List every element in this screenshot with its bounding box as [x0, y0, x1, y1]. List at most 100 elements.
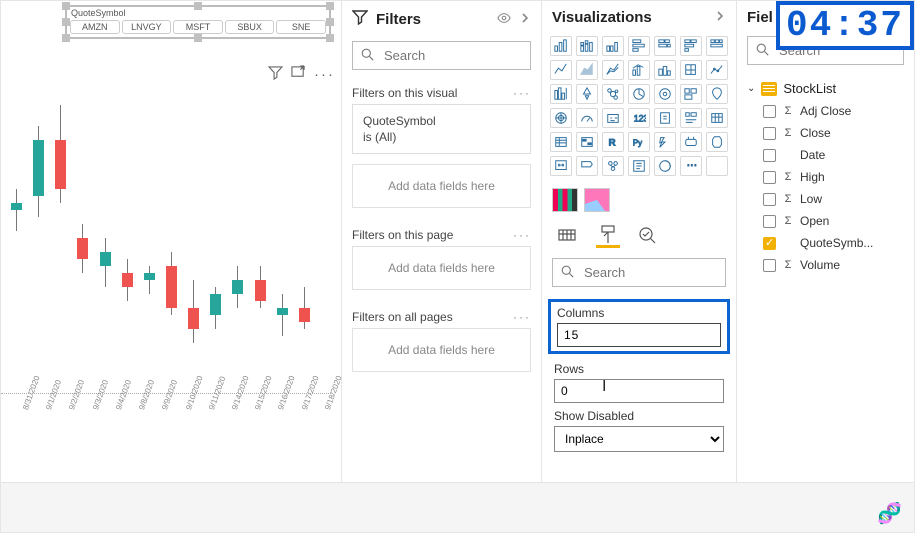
viz-type-icon[interactable]	[576, 36, 598, 56]
viz-type-icon[interactable]	[576, 60, 598, 80]
viz-type-icon[interactable]	[680, 108, 702, 128]
candle[interactable]	[210, 91, 221, 371]
viz-type-icon[interactable]	[576, 132, 598, 152]
candle[interactable]	[33, 91, 44, 371]
slicer-visual[interactable]: QuoteSymbol AMZNLNVGYMSFTSBUXSNE	[65, 5, 331, 39]
filters-search-input[interactable]	[382, 47, 562, 64]
viz-type-icon[interactable]	[628, 60, 650, 80]
tab-analytics[interactable]	[636, 224, 660, 248]
checkbox[interactable]	[763, 127, 776, 140]
viz-type-icon[interactable]: R	[602, 132, 624, 152]
viz-type-icon[interactable]	[576, 108, 598, 128]
viz-type-icon[interactable]: 123	[628, 108, 650, 128]
viz-type-icon[interactable]	[706, 108, 728, 128]
candlestick-chart[interactable]	[0, 91, 331, 391]
filters-search[interactable]	[352, 41, 531, 70]
page-filters-dropzone[interactable]: Add data fields here	[352, 246, 531, 290]
candle[interactable]	[166, 91, 177, 371]
format-search-input[interactable]	[582, 264, 762, 281]
field-row[interactable]: ΣClose	[737, 122, 914, 144]
viz-type-icon[interactable]	[550, 36, 572, 56]
viz-type-icon[interactable]	[680, 36, 702, 56]
checkbox[interactable]	[763, 215, 776, 228]
tab-fields[interactable]	[556, 224, 580, 248]
candle[interactable]	[77, 91, 88, 371]
candle[interactable]	[11, 91, 22, 371]
field-row[interactable]: ΣLow	[737, 188, 914, 210]
viz-type-icon[interactable]	[550, 60, 572, 80]
viz-type-icon[interactable]	[654, 60, 676, 80]
checkbox[interactable]	[763, 171, 776, 184]
tab-format[interactable]	[596, 224, 620, 248]
columns-input[interactable]	[557, 323, 721, 347]
checkbox[interactable]	[763, 149, 776, 162]
viz-type-icon[interactable]	[654, 84, 676, 104]
checkbox[interactable]	[763, 105, 776, 118]
table-header-row[interactable]: ⌄ StockList	[737, 73, 914, 100]
field-row[interactable]: Date	[737, 144, 914, 166]
custom-viz-thumb[interactable]	[584, 188, 610, 212]
candle[interactable]	[100, 91, 111, 371]
report-canvas[interactable]: QuoteSymbol AMZNLNVGYMSFTSBUXSNE ··· 8/3…	[1, 1, 341, 532]
viz-type-icon[interactable]	[602, 156, 624, 176]
viz-type-icon[interactable]	[628, 36, 650, 56]
focus-mode-icon[interactable]	[291, 65, 306, 84]
viz-type-icon[interactable]: Py	[628, 132, 650, 152]
viz-type-icon[interactable]: ⋯	[680, 156, 702, 176]
viz-type-icon[interactable]	[680, 84, 702, 104]
viz-type-icon[interactable]	[680, 132, 702, 152]
viz-type-icon[interactable]	[654, 132, 676, 152]
slicer-chip[interactable]: SBUX	[225, 20, 275, 34]
format-search[interactable]	[552, 258, 726, 287]
field-row[interactable]: ΣVolume	[737, 254, 914, 276]
viz-type-icon[interactable]	[654, 108, 676, 128]
viz-type-icon[interactable]	[628, 84, 650, 104]
filter-icon[interactable]	[268, 65, 283, 84]
field-row[interactable]: QuoteSymb...	[737, 232, 914, 254]
viz-type-icon[interactable]	[706, 132, 728, 152]
viz-type-icon[interactable]	[576, 156, 598, 176]
candle[interactable]	[122, 91, 133, 371]
collapse-pane-icon[interactable]	[519, 12, 531, 27]
candle[interactable]	[299, 91, 310, 371]
slicer-chip[interactable]: AMZN	[70, 20, 120, 34]
viz-type-icon[interactable]	[680, 60, 702, 80]
visual-filters-dropzone[interactable]: Add data fields here	[352, 164, 531, 208]
viz-type-icon[interactable]	[550, 108, 572, 128]
viz-type-icon[interactable]	[706, 36, 728, 56]
candle[interactable]	[55, 91, 66, 371]
checkbox[interactable]	[763, 259, 776, 272]
candle[interactable]	[232, 91, 243, 371]
viz-type-icon[interactable]	[654, 36, 676, 56]
viz-type-icon[interactable]	[706, 60, 728, 80]
viz-type-icon[interactable]	[654, 156, 676, 176]
rows-input[interactable]	[554, 379, 724, 403]
field-row[interactable]: ΣOpen	[737, 210, 914, 232]
viz-type-icon[interactable]	[628, 156, 650, 176]
candle[interactable]	[277, 91, 288, 371]
collapse-pane-icon[interactable]	[714, 10, 726, 25]
slicer-chip[interactable]: MSFT	[173, 20, 223, 34]
viz-type-icon[interactable]	[706, 156, 728, 176]
viz-type-icon[interactable]	[602, 60, 624, 80]
more-icon[interactable]: ···	[513, 86, 531, 100]
slicer-chip[interactable]: LNVGY	[122, 20, 172, 34]
filter-card-quotesymbol[interactable]: QuoteSymbol is (All)	[352, 104, 531, 154]
candle[interactable]	[188, 91, 199, 371]
checkbox[interactable]	[763, 193, 776, 206]
more-options-icon[interactable]: ···	[314, 66, 335, 83]
field-row[interactable]: ΣHigh	[737, 166, 914, 188]
viz-type-icon[interactable]	[550, 132, 572, 152]
eye-icon[interactable]	[497, 11, 511, 28]
viz-type-icon[interactable]	[602, 36, 624, 56]
viz-type-icon[interactable]	[602, 84, 624, 104]
field-row[interactable]: ΣAdj Close	[737, 100, 914, 122]
candle[interactable]	[255, 91, 266, 371]
viz-type-icon[interactable]	[602, 108, 624, 128]
slicer-chip[interactable]: SNE	[276, 20, 326, 34]
show-disabled-select[interactable]: Inplace	[554, 426, 724, 452]
checkbox[interactable]	[763, 237, 776, 250]
viz-type-icon[interactable]	[550, 84, 572, 104]
viz-type-icon[interactable]	[576, 84, 598, 104]
viz-type-icon[interactable]	[550, 156, 572, 176]
